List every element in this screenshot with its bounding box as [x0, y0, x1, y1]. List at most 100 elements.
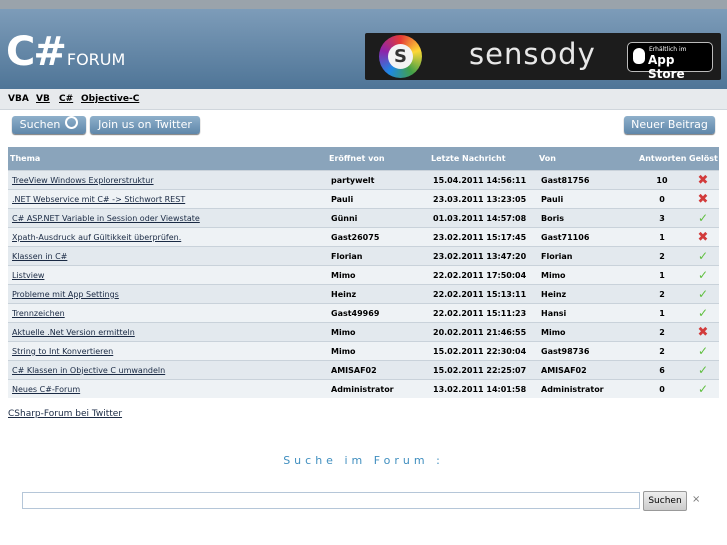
- topic-link[interactable]: Listview: [8, 265, 327, 285]
- replies-cell: 1: [637, 227, 687, 247]
- table-row: Aktuelle .Net Version ermitteln Mimo 20.02…: [8, 322, 719, 342]
- check-icon: ✓: [697, 306, 709, 320]
- search-input[interactable]: [22, 492, 640, 509]
- check-icon: ✓: [697, 344, 709, 358]
- last-by-cell: Boris: [537, 208, 637, 228]
- last-message-cell: 22.02.2011 15:13:11: [429, 284, 537, 304]
- lang-link-vba[interactable]: VBA: [8, 94, 29, 104]
- replies-cell: 2: [637, 246, 687, 266]
- last-message-cell: 22.02.2011 17:50:04: [429, 265, 537, 285]
- twitter-link[interactable]: CSharp-Forum bei Twitter: [8, 409, 122, 419]
- check-icon: ✓: [697, 249, 709, 263]
- opened-by-cell: Administrator: [327, 379, 429, 398]
- solved-cell: ✓: [687, 303, 719, 323]
- cross-icon: ✖: [697, 229, 709, 245]
- top-strip: [0, 0, 727, 9]
- last-by-cell: Gast98736: [537, 341, 637, 361]
- search-button-label: Suchen: [19, 118, 61, 131]
- last-by-cell: Pauli: [537, 189, 637, 209]
- cross-icon: ✖: [697, 324, 709, 340]
- logo-text: C#: [6, 29, 67, 75]
- last-by-cell: Heinz: [537, 284, 637, 304]
- topic-link[interactable]: Neues C#-Forum: [8, 379, 327, 398]
- table-row: Xpath-Ausdruck auf Gültikkeit überprüfen…: [8, 227, 719, 247]
- table-row: Probleme mit App Settings Heinz 22.02.2011…: [8, 284, 719, 304]
- column-header-solved: Gelöst: [687, 147, 719, 171]
- table-row: C# ASP.NET Variable in Session oder View…: [8, 208, 719, 228]
- topic-link[interactable]: String to Int Konvertieren: [8, 341, 327, 361]
- replies-cell: 10: [637, 170, 687, 190]
- topic-link[interactable]: C# Klassen in Objective C umwandeln: [8, 360, 327, 380]
- check-icon: ✓: [697, 211, 709, 225]
- table-row: Neues C#-Forum Administrator 13.02.2011 14…: [8, 379, 719, 398]
- lang-link-vb[interactable]: VB: [36, 94, 50, 104]
- replies-cell: 3: [637, 208, 687, 228]
- search-title: Suche im Forum :: [283, 454, 444, 467]
- table-row: TreeView Windows Explorerstruktur partywe…: [8, 170, 719, 190]
- lang-link-csharp[interactable]: C#: [59, 94, 73, 104]
- sensody-logo-letter: S: [388, 44, 413, 69]
- last-message-cell: 23.02.2011 15:17:45: [429, 227, 537, 247]
- topic-link[interactable]: Probleme mit App Settings: [8, 284, 327, 304]
- table-header-row: Thema Eröffnet von Letzte Nachricht Von …: [8, 147, 719, 171]
- check-icon: ✓: [697, 363, 709, 377]
- replies-cell: 6: [637, 360, 687, 380]
- language-nav: VBA VB C# Objective-C: [0, 89, 727, 110]
- topic-link[interactable]: Klassen in C#: [8, 246, 327, 266]
- apple-icon: [633, 48, 645, 64]
- solved-cell: ✓: [687, 341, 719, 361]
- column-header-opened-by: Eröffnet von: [327, 147, 429, 171]
- opened-by-cell: Mimo: [327, 265, 429, 285]
- sensody-logo-icon: S: [379, 35, 422, 78]
- search-submit-button[interactable]: Suchen: [643, 491, 687, 511]
- ad-banner[interactable]: S sensody Erhältlich im App Store: [365, 33, 721, 81]
- table-row: Listview Mimo 22.02.2011 17:50:04 Mimo 1 ✓: [8, 265, 719, 285]
- last-message-cell: 15.02.2011 22:25:07: [429, 360, 537, 380]
- replies-cell: 2: [637, 322, 687, 342]
- topic-link[interactable]: Aktuelle .Net Version ermitteln: [8, 322, 327, 342]
- solved-cell: ✖: [687, 170, 719, 190]
- solved-cell: ✓: [687, 360, 719, 380]
- topic-link[interactable]: Trennzeichen: [8, 303, 327, 323]
- cross-icon: ✖: [697, 191, 709, 207]
- replies-cell: 0: [637, 379, 687, 398]
- last-message-cell: 20.02.2011 21:46:55: [429, 322, 537, 342]
- replies-cell: 1: [637, 265, 687, 285]
- close-icon[interactable]: ×: [692, 494, 700, 505]
- solved-cell: ✖: [687, 189, 719, 209]
- last-message-cell: 23.03.2011 13:23:05: [429, 189, 537, 209]
- site-logo[interactable]: C# FORUM: [6, 29, 125, 75]
- last-message-cell: 22.02.2011 15:11:23: [429, 303, 537, 323]
- last-by-cell: Gast71106: [537, 227, 637, 247]
- solved-cell: ✓: [687, 379, 719, 398]
- twitter-button[interactable]: Join us on Twitter: [90, 116, 200, 134]
- column-header-replies: Antworten: [637, 147, 687, 171]
- last-by-cell: Mimo: [537, 265, 637, 285]
- table-row: Klassen in C# Florian 23.02.2011 13:47:20 F…: [8, 246, 719, 266]
- topic-link[interactable]: .NET Webservice mit C# -> Stichwort REST: [8, 189, 327, 209]
- logo-subtext: FORUM: [66, 50, 126, 69]
- replies-cell: 2: [637, 341, 687, 361]
- opened-by-cell: AMISAF02: [327, 360, 429, 380]
- opened-by-cell: Gast26075: [327, 227, 429, 247]
- topic-link[interactable]: C# ASP.NET Variable in Session oder View…: [8, 208, 327, 228]
- opened-by-cell: Heinz: [327, 284, 429, 304]
- opened-by-cell: Mimo: [327, 322, 429, 342]
- lang-link-objective-c[interactable]: Objective-C: [81, 94, 139, 104]
- last-by-cell: Hansi: [537, 303, 637, 323]
- column-header-by: Von: [537, 147, 637, 171]
- new-post-button[interactable]: Neuer Beitrag: [624, 116, 715, 134]
- topic-link[interactable]: Xpath-Ausdruck auf Gültikkeit überprüfen…: [8, 227, 327, 247]
- banner-brand: sensody: [469, 37, 596, 71]
- solved-cell: ✓: [687, 208, 719, 228]
- solved-cell: ✓: [687, 246, 719, 266]
- table-row: .NET Webservice mit C# -> Stichwort REST…: [8, 189, 719, 209]
- search-button[interactable]: Suchen: [12, 116, 86, 134]
- solved-cell: ✖: [687, 227, 719, 247]
- opened-by-cell: Florian: [327, 246, 429, 266]
- replies-cell: 1: [637, 303, 687, 323]
- opened-by-cell: Gast49969: [327, 303, 429, 323]
- topic-link[interactable]: TreeView Windows Explorerstruktur: [8, 170, 327, 190]
- app-store-badge[interactable]: Erhältlich im App Store: [627, 42, 713, 81]
- last-message-cell: 15.02.2011 22:30:04: [429, 341, 537, 361]
